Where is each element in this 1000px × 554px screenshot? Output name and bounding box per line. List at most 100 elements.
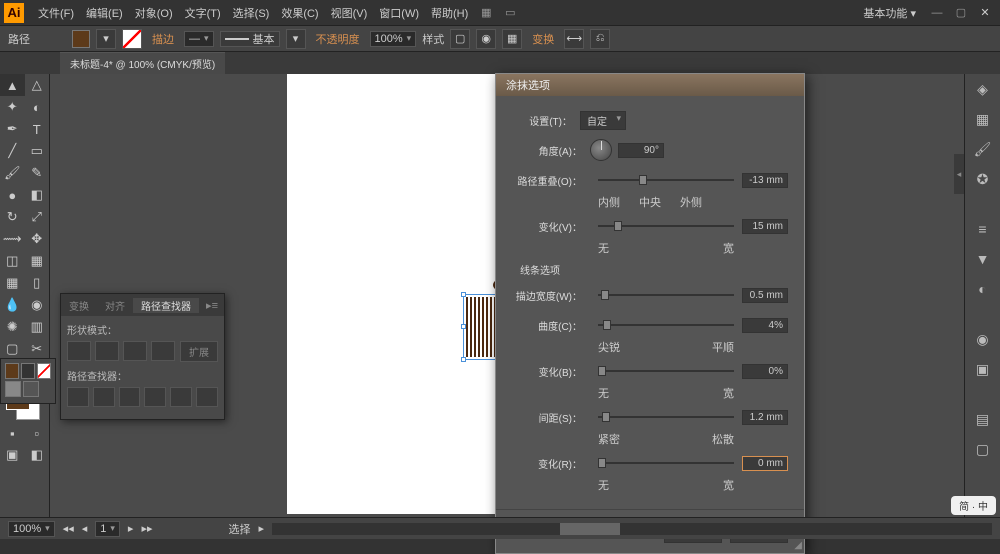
color-panel-icon[interactable]: ◈: [972, 78, 994, 100]
menu-file[interactable]: 文件(F): [32, 5, 80, 21]
perspective-tool[interactable]: ▦: [25, 250, 50, 272]
fill-swatch[interactable]: [72, 30, 90, 48]
stroke-link[interactable]: 描边: [148, 31, 178, 47]
eyedropper-tool[interactable]: 💧: [0, 294, 25, 316]
color-swatch[interactable]: [5, 381, 21, 397]
artboards-panel-icon[interactable]: ▢: [972, 438, 994, 460]
edit-icon[interactable]: ⎌: [590, 29, 610, 49]
angle-input[interactable]: [618, 143, 664, 158]
stroke-width-input[interactable]: [742, 288, 788, 303]
graphic-styles-panel-icon[interactable]: ▣: [972, 358, 994, 380]
tab-pathfinder[interactable]: 路径查找器: [133, 298, 199, 313]
minus-front-button[interactable]: [95, 341, 119, 361]
color-swatch[interactable]: [23, 381, 39, 397]
spacing-slider[interactable]: [598, 410, 734, 424]
panel-menu-icon[interactable]: ▸≡: [200, 299, 224, 312]
variation1-slider[interactable]: [598, 219, 734, 233]
symbols-panel-icon[interactable]: ✪: [972, 168, 994, 190]
curviness-input[interactable]: [742, 318, 788, 333]
width-tool[interactable]: ⟿: [0, 228, 25, 250]
none-swatch[interactable]: [37, 363, 51, 379]
layers-panel-icon[interactable]: ▤: [972, 408, 994, 430]
minimize-button[interactable]: —: [926, 3, 948, 23]
intersect-button[interactable]: [123, 341, 147, 361]
opacity-link[interactable]: 不透明度: [312, 31, 364, 47]
menu-type[interactable]: 文字(T): [179, 5, 227, 21]
artboard-tool[interactable]: ▢: [0, 338, 25, 360]
screen-mode-icon[interactable]: ▣: [0, 444, 25, 466]
blob-brush-tool[interactable]: ●: [0, 184, 25, 206]
minus-back-button[interactable]: [196, 387, 218, 407]
color-swatch[interactable]: [21, 363, 35, 379]
artboard-nav-prev1-icon[interactable]: ◂: [82, 522, 88, 535]
no-fill-icon[interactable]: [122, 29, 142, 49]
gradient-panel-icon[interactable]: ▼: [972, 248, 994, 270]
ime-indicator[interactable]: 简 · 中: [951, 496, 996, 515]
variation3-slider[interactable]: [598, 456, 734, 470]
menu-object[interactable]: 对象(O): [129, 5, 179, 21]
shape-builder-tool[interactable]: ◫: [0, 250, 25, 272]
unite-button[interactable]: [67, 341, 91, 361]
curviness-slider[interactable]: [598, 318, 734, 332]
paintbrush-tool[interactable]: 🖌: [0, 162, 25, 184]
tab-align[interactable]: 对齐: [97, 298, 133, 313]
color-swatch[interactable]: [5, 363, 19, 379]
opacity-dropdown[interactable]: 100%: [370, 31, 417, 47]
horizontal-scrollbar[interactable]: [272, 523, 992, 535]
graph-tool[interactable]: ▥: [25, 316, 50, 338]
appearance-panel-icon[interactable]: ◉: [972, 328, 994, 350]
resize-handle-icon[interactable]: ◢: [794, 540, 802, 551]
magic-wand-tool[interactable]: ✦: [0, 96, 25, 118]
menu-select[interactable]: 选择(S): [227, 5, 276, 21]
bridge-icon[interactable]: ▦: [476, 3, 496, 23]
arrange-icon[interactable]: ▭: [500, 3, 520, 23]
selection-tool[interactable]: ▲: [0, 74, 25, 96]
stroke-style-dropdown[interactable]: 基本: [220, 31, 280, 47]
maximize-button[interactable]: ▢: [950, 3, 972, 23]
recolor-icon[interactable]: ◉: [476, 29, 496, 49]
stroke-width-slider[interactable]: [598, 288, 734, 302]
artboard-number-dropdown[interactable]: 1: [95, 521, 120, 537]
zoom-dropdown[interactable]: 100%: [8, 521, 55, 537]
draw-mode-icon[interactable]: ◧: [25, 444, 50, 466]
artboard-nav-next1-icon[interactable]: ▸: [128, 522, 134, 535]
setting-dropdown[interactable]: 自定: [580, 111, 626, 130]
exclude-button[interactable]: [151, 341, 175, 361]
free-transform-tool[interactable]: ✥: [25, 228, 50, 250]
align-icon[interactable]: ▦: [502, 29, 522, 49]
isolate-icon[interactable]: ⟷: [564, 29, 584, 49]
trim-button[interactable]: [93, 387, 115, 407]
type-tool[interactable]: T: [25, 118, 50, 140]
blend-tool[interactable]: ◉: [25, 294, 50, 316]
spacing-input[interactable]: [742, 410, 788, 425]
crop-button[interactable]: [144, 387, 166, 407]
variation2-input[interactable]: [742, 364, 788, 379]
overlap-slider[interactable]: [598, 173, 734, 187]
stroke-weight-dropdown[interactable]: —: [184, 31, 214, 47]
variation3-input[interactable]: [742, 456, 788, 471]
document-tab[interactable]: 未标题-4* @ 100% (CMYK/预览): [60, 52, 225, 74]
swatches-panel-icon[interactable]: ▦: [972, 108, 994, 130]
gradient-tool[interactable]: ▯: [25, 272, 50, 294]
stroke-style-arrow[interactable]: ▾: [286, 29, 306, 49]
color-mode-icon[interactable]: ▪: [0, 422, 25, 444]
transform-link[interactable]: 变换: [528, 31, 558, 47]
divide-button[interactable]: [67, 387, 89, 407]
slice-tool[interactable]: ✂: [25, 338, 50, 360]
symbol-sprayer-tool[interactable]: ✺: [0, 316, 25, 338]
workspace-switcher[interactable]: 基本功能 ▾: [855, 5, 924, 21]
outline-button[interactable]: [170, 387, 192, 407]
close-button[interactable]: ✕: [974, 3, 996, 23]
pencil-tool[interactable]: ✎: [25, 162, 50, 184]
artboard-nav-next-icon[interactable]: ▸▸: [141, 522, 152, 535]
artboard-nav-prev-icon[interactable]: ◂◂: [63, 522, 74, 535]
pen-tool[interactable]: ✒: [0, 118, 25, 140]
variation2-slider[interactable]: [598, 364, 734, 378]
angle-dial[interactable]: [590, 139, 612, 161]
rectangle-tool[interactable]: ▭: [25, 140, 50, 162]
style-swatch[interactable]: ▢: [450, 29, 470, 49]
tab-transform[interactable]: 变换: [61, 298, 97, 313]
mesh-tool[interactable]: ▦: [0, 272, 25, 294]
variation1-input[interactable]: [742, 219, 788, 234]
menu-help[interactable]: 帮助(H): [425, 5, 474, 21]
